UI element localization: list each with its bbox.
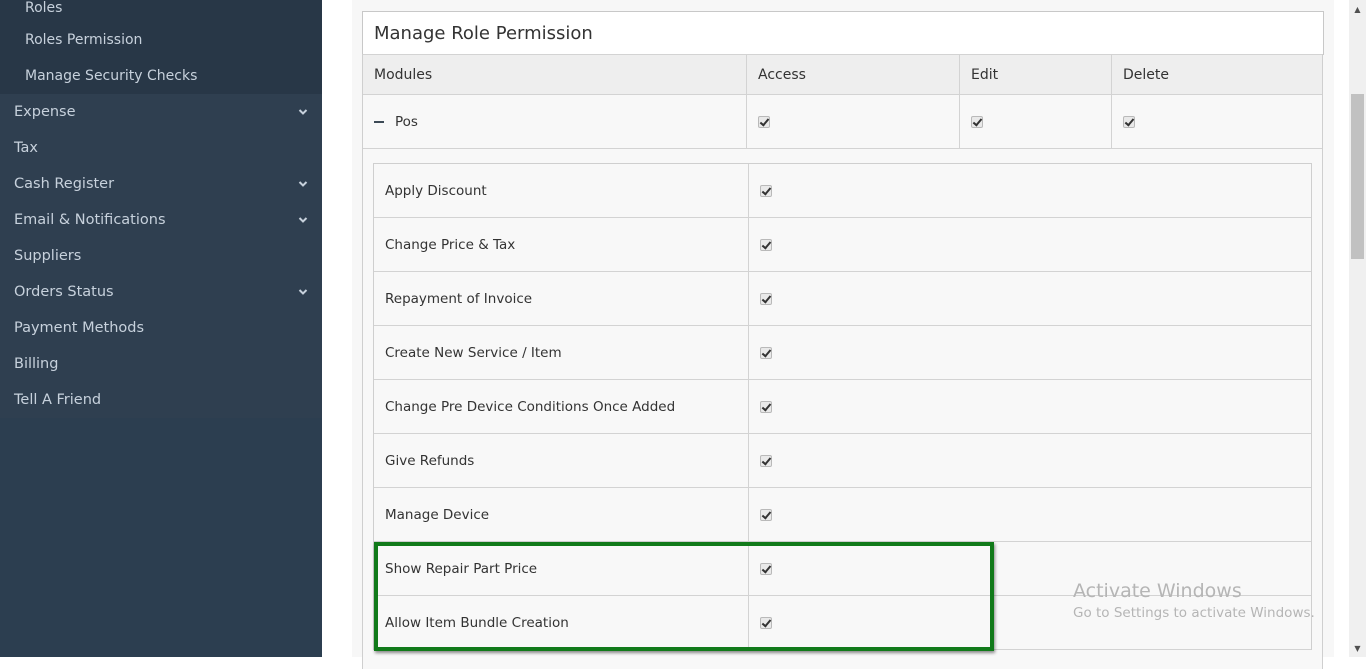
sidebar-subitem-label: Manage Security Checks bbox=[25, 68, 198, 84]
sidebar-item-label: Cash Register bbox=[14, 176, 115, 192]
permission-checkbox[interactable] bbox=[760, 292, 772, 305]
permission-label: Show Repair Part Price bbox=[374, 542, 749, 595]
page-scrollbar[interactable]: ▲ ▼ bbox=[1349, 0, 1366, 657]
column-header-modules: Modules bbox=[363, 55, 747, 94]
table-row: Change Pre Device Conditions Once Added bbox=[374, 380, 1311, 434]
column-header-edit: Edit bbox=[960, 55, 1112, 94]
permission-label: Apply Discount bbox=[374, 164, 749, 217]
sidebar-item-tell-a-friend[interactable]: Tell A Friend bbox=[0, 382, 322, 418]
permission-label: Give Refunds bbox=[374, 434, 749, 487]
chevron-down-icon bbox=[298, 181, 308, 187]
scroll-up-arrow-icon[interactable]: ▲ bbox=[1349, 4, 1366, 16]
sidebar-subitem-roles[interactable]: Roles bbox=[0, 0, 322, 22]
sidebar-item-suppliers[interactable]: Suppliers bbox=[0, 238, 322, 274]
table-row: Apply Discount bbox=[374, 164, 1311, 218]
access-cell bbox=[747, 95, 960, 148]
edit-checkbox[interactable] bbox=[971, 115, 983, 128]
delete-cell bbox=[1112, 95, 1322, 148]
sidebar-item-label: Billing bbox=[14, 356, 59, 372]
gutter bbox=[1334, 0, 1350, 657]
sub-permissions-table: Apply Discount Change Price & Tax Repaym… bbox=[373, 163, 1312, 650]
sidebar-item-label: Suppliers bbox=[14, 248, 82, 264]
permission-label: Repayment of Invoice bbox=[374, 272, 749, 325]
chevron-down-icon bbox=[298, 289, 308, 295]
table-row: Change Price & Tax bbox=[374, 218, 1311, 272]
sidebar-submenu-roles: Roles Roles Permission Manage Security C… bbox=[0, 0, 322, 94]
sidebar-subitem-manage-security-checks[interactable]: Manage Security Checks bbox=[0, 58, 322, 94]
permission-check-cell bbox=[749, 326, 1311, 379]
delete-checkbox[interactable] bbox=[1123, 115, 1135, 128]
sidebar-item-billing[interactable]: Billing bbox=[0, 346, 322, 382]
permission-checkbox[interactable] bbox=[760, 346, 772, 359]
sidebar-item-payment-methods[interactable]: Payment Methods bbox=[0, 310, 322, 346]
permission-checkbox[interactable] bbox=[760, 454, 772, 467]
permission-label: Change Pre Device Conditions Once Added bbox=[374, 380, 749, 433]
activate-windows-watermark: Activate Windows Go to Settings to activ… bbox=[1073, 579, 1315, 623]
sidebar-subitem-label: Roles Permission bbox=[25, 32, 143, 48]
permission-check-cell bbox=[749, 434, 1311, 487]
permission-checkbox[interactable] bbox=[760, 400, 772, 413]
main-panel: Manage Role Permission Modules Access Ed… bbox=[352, 0, 1334, 669]
permission-label: Change Price & Tax bbox=[374, 218, 749, 271]
permission-checkbox[interactable] bbox=[760, 238, 772, 251]
permission-table: Modules Access Edit Delete Pos Apply Dis… bbox=[362, 54, 1323, 669]
sidebar-item-expense[interactable]: Expense bbox=[0, 94, 322, 130]
table-row: Create New Service / Item bbox=[374, 326, 1311, 380]
edit-cell bbox=[960, 95, 1112, 148]
permission-label: Manage Device bbox=[374, 488, 749, 541]
module-name-cell: Pos bbox=[363, 95, 747, 148]
sidebar-item-label: Tell A Friend bbox=[14, 392, 102, 408]
permission-check-cell bbox=[749, 164, 1311, 217]
sidebar-item-label: Email & Notifications bbox=[14, 212, 166, 228]
scroll-thumb[interactable] bbox=[1351, 94, 1364, 259]
table-row: Manage Device bbox=[374, 488, 1311, 542]
column-header-access: Access bbox=[747, 55, 960, 94]
sidebar-subitem-roles-permission[interactable]: Roles Permission bbox=[0, 22, 322, 58]
access-checkbox[interactable] bbox=[758, 115, 770, 128]
sidebar-item-orders-status[interactable]: Orders Status bbox=[0, 274, 322, 310]
sidebar-nav: Expense Tax Cash Register Email & Notifi… bbox=[0, 94, 322, 418]
chevron-down-icon bbox=[298, 109, 308, 115]
table-row: Give Refunds bbox=[374, 434, 1311, 488]
sidebar-item-label: Tax bbox=[14, 140, 38, 156]
permission-label: Allow Item Bundle Creation bbox=[374, 596, 749, 649]
table-header: Modules Access Edit Delete bbox=[363, 54, 1322, 95]
permission-checkbox[interactable] bbox=[760, 184, 772, 197]
watermark-subtitle: Go to Settings to activate Windows. bbox=[1073, 605, 1315, 621]
page-title: Manage Role Permission bbox=[362, 11, 1324, 55]
permission-checkbox[interactable] bbox=[760, 616, 772, 629]
permission-check-cell bbox=[749, 380, 1311, 433]
chevron-down-icon bbox=[298, 217, 308, 223]
permission-check-cell bbox=[749, 272, 1311, 325]
table-row: Repayment of Invoice bbox=[374, 272, 1311, 326]
watermark-title: Activate Windows bbox=[1073, 580, 1242, 602]
sidebar-subitem-label: Roles bbox=[25, 0, 63, 16]
scroll-down-arrow-icon[interactable]: ▼ bbox=[1349, 643, 1366, 655]
permission-checkbox[interactable] bbox=[760, 508, 772, 521]
sidebar-item-label: Expense bbox=[14, 104, 76, 120]
module-name: Pos bbox=[395, 113, 418, 130]
permission-checkbox[interactable] bbox=[760, 562, 772, 575]
sidebar-item-email-notifications[interactable]: Email & Notifications bbox=[0, 202, 322, 238]
permission-label: Create New Service / Item bbox=[374, 326, 749, 379]
column-header-delete: Delete bbox=[1123, 66, 1169, 83]
permission-check-cell bbox=[749, 218, 1311, 271]
permission-check-cell bbox=[749, 488, 1311, 541]
sidebar-item-label: Payment Methods bbox=[14, 320, 145, 336]
module-row-pos: Pos bbox=[363, 95, 1322, 149]
collapse-minus-icon[interactable] bbox=[374, 120, 384, 123]
sidebar-item-label: Orders Status bbox=[14, 284, 114, 300]
sidebar: Roles Roles Permission Manage Security C… bbox=[0, 0, 322, 657]
sidebar-item-tax[interactable]: Tax bbox=[0, 130, 322, 166]
sidebar-item-cash-register[interactable]: Cash Register bbox=[0, 166, 322, 202]
